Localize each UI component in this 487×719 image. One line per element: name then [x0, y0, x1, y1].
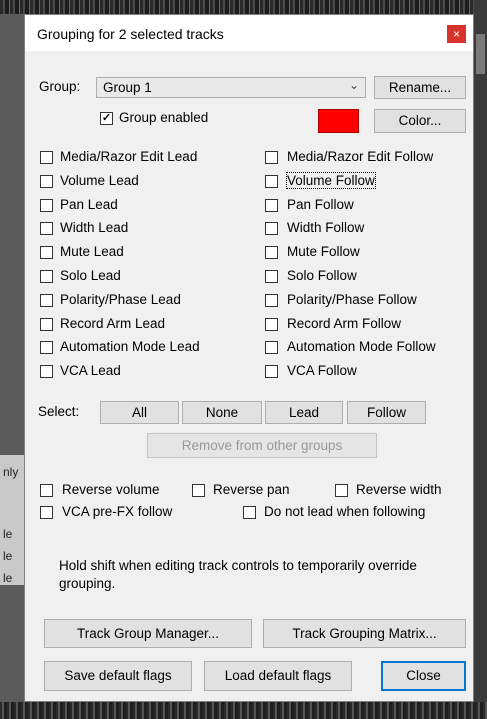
select-all-button[interactable]: All — [100, 401, 179, 424]
follow-flag-label: Media/Razor Edit Follow — [287, 149, 434, 164]
follow-flag-label: Solo Follow — [287, 268, 357, 283]
lead-flag-label: Width Lead — [60, 220, 129, 235]
select-lead-button[interactable]: Lead — [265, 401, 343, 424]
lead-flag-checkbox[interactable] — [40, 151, 53, 164]
grouping-hint-text: Hold shift when editing track controls t… — [59, 558, 417, 591]
group-select-value: Group 1 — [103, 80, 152, 95]
grouping-dialog: Grouping for 2 selected tracks × Group: … — [24, 14, 474, 702]
follow-flag-label: Volume Follow — [286, 172, 376, 189]
group-label: Group: — [39, 79, 81, 94]
select-none-button[interactable]: None — [182, 401, 262, 424]
background-text-fragment: nly — [3, 465, 19, 479]
color-button[interactable]: Color... — [374, 109, 466, 133]
lead-flag-checkbox[interactable] — [40, 365, 53, 378]
save-default-flags-button[interactable]: Save default flags — [44, 661, 192, 691]
select-follow-button[interactable]: Follow — [347, 401, 426, 424]
background-text-fragment: le — [3, 527, 13, 541]
background-app-footer — [0, 702, 487, 719]
follow-flag-checkbox[interactable] — [265, 246, 278, 259]
dialog-title: Grouping for 2 selected tracks — [37, 26, 224, 42]
load-default-flags-button[interactable]: Load default flags — [204, 661, 352, 691]
do-not-lead-label: Do not lead when following — [264, 504, 426, 519]
follow-flag-checkbox[interactable] — [265, 175, 278, 188]
reverse-pan-label: Reverse pan — [213, 482, 290, 497]
lead-flag-label: Mute Lead — [60, 244, 124, 259]
reverse-width-label: Reverse width — [356, 482, 442, 497]
lead-flag-checkbox[interactable] — [40, 175, 53, 188]
follow-flag-label: Width Follow — [287, 220, 365, 235]
do-not-lead-checkbox[interactable] — [243, 506, 256, 519]
remove-from-other-groups-button[interactable]: Remove from other groups — [147, 433, 377, 458]
lead-flag-label: Pan Lead — [60, 197, 118, 212]
lead-flag-label: VCA Lead — [60, 363, 121, 378]
background-text-fragment: le — [3, 549, 13, 563]
lead-flag-label: Media/Razor Edit Lead — [60, 149, 198, 164]
background-app-header — [0, 0, 487, 14]
lead-flag-label: Polarity/Phase Lead — [60, 292, 181, 307]
track-group-manager-button[interactable]: Track Group Manager... — [44, 619, 252, 648]
background-app-left-panel: nly le le le — [0, 455, 24, 585]
track-grouping-matrix-button[interactable]: Track Grouping Matrix... — [263, 619, 466, 648]
lead-flag-checkbox[interactable] — [40, 341, 53, 354]
close-icon[interactable]: × — [447, 25, 466, 43]
select-label: Select: — [38, 404, 80, 419]
follow-flag-label: Mute Follow — [287, 244, 360, 259]
background-text-fragment: le — [3, 571, 13, 585]
follow-flag-checkbox[interactable] — [265, 318, 278, 331]
follow-flag-checkbox[interactable] — [265, 365, 278, 378]
close-button[interactable]: Close — [381, 661, 466, 691]
group-enabled-checkbox[interactable] — [100, 112, 113, 125]
follow-flag-label: VCA Follow — [287, 363, 357, 378]
reverse-pan-checkbox[interactable] — [192, 484, 205, 497]
follow-flag-checkbox[interactable] — [265, 199, 278, 212]
follow-flag-checkbox[interactable] — [265, 341, 278, 354]
rename-button[interactable]: Rename... — [374, 76, 466, 99]
lead-flag-label: Automation Mode Lead — [60, 339, 200, 354]
title-bar[interactable]: Grouping for 2 selected tracks × — [25, 15, 473, 51]
vca-prefx-follow-label: VCA pre-FX follow — [62, 504, 173, 519]
follow-flag-label: Polarity/Phase Follow — [287, 292, 417, 307]
background-scroll-strip — [476, 34, 485, 74]
background-app-right-edge — [474, 0, 487, 719]
follow-flag-checkbox[interactable] — [265, 151, 278, 164]
follow-flag-checkbox[interactable] — [265, 270, 278, 283]
lead-flag-checkbox[interactable] — [40, 222, 53, 235]
follow-flag-label: Pan Follow — [287, 197, 354, 212]
lead-flag-checkbox[interactable] — [40, 294, 53, 307]
group-select[interactable]: Group 1 ⌄ — [96, 77, 366, 98]
chevron-down-icon: ⌄ — [348, 78, 359, 92]
reverse-width-checkbox[interactable] — [335, 484, 348, 497]
reverse-volume-checkbox[interactable] — [40, 484, 53, 497]
follow-flag-checkbox[interactable] — [265, 294, 278, 307]
lead-flag-label: Solo Lead — [60, 268, 121, 283]
reverse-volume-label: Reverse volume — [62, 482, 160, 497]
group-color-swatch — [318, 109, 359, 133]
follow-flag-label: Record Arm Follow — [287, 316, 402, 331]
lead-flag-checkbox[interactable] — [40, 318, 53, 331]
vca-prefx-follow-checkbox[interactable] — [40, 506, 53, 519]
lead-flag-checkbox[interactable] — [40, 246, 53, 259]
follow-flag-checkbox[interactable] — [265, 222, 278, 235]
lead-flag-checkbox[interactable] — [40, 270, 53, 283]
follow-flag-label: Automation Mode Follow — [287, 339, 436, 354]
lead-flag-label: Volume Lead — [60, 173, 139, 188]
lead-flag-checkbox[interactable] — [40, 199, 53, 212]
lead-flag-label: Record Arm Lead — [60, 316, 166, 331]
group-enabled-label: Group enabled — [119, 110, 209, 125]
